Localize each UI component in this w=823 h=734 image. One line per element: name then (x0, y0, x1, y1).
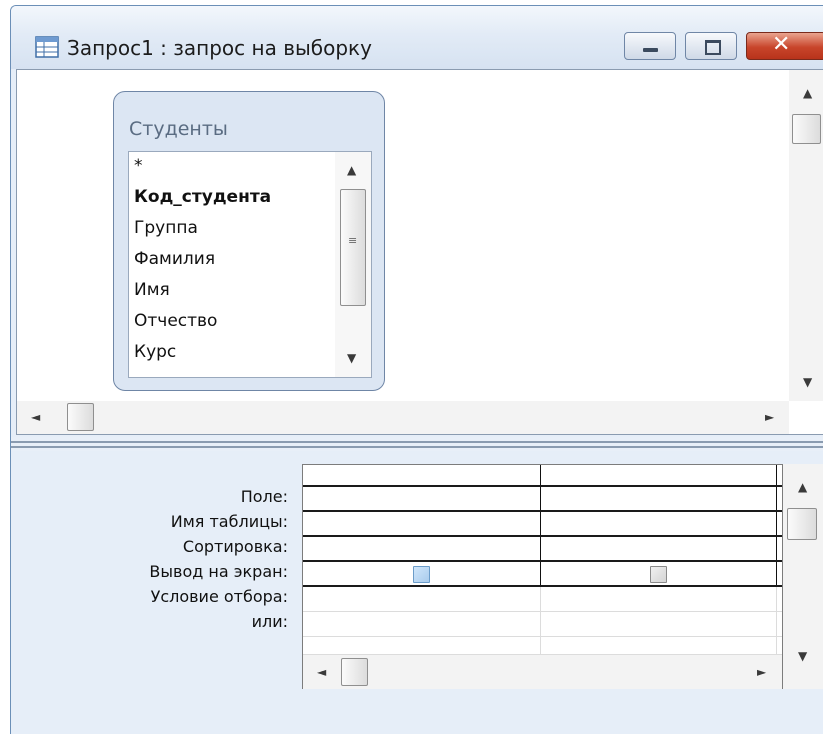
window-title: Запрос1 : запрос на выборку (67, 36, 372, 60)
grid-row-line (303, 485, 782, 487)
maximize-button[interactable] (685, 32, 737, 60)
field-otchestvo[interactable]: Отчество (134, 311, 217, 331)
grid-horizontal-scrollbar[interactable]: ◄ ► (303, 654, 782, 689)
row-label-criteria: Условие отбора: (150, 587, 288, 606)
grid-row-line (303, 585, 782, 587)
row-label-table-name: Имя таблицы: (170, 512, 288, 531)
grid-row-line (303, 636, 782, 637)
column-divider[interactable] (540, 465, 541, 587)
table-field-list-box[interactable]: Студенты * Код_студента Группа Фамилия И… (113, 91, 385, 391)
query-design-window: Запрос1 : запрос на выборку ✕ Студенты *… (10, 5, 823, 734)
query-icon (35, 36, 59, 58)
close-icon: ✕ (772, 32, 791, 57)
scroll-right-icon[interactable]: ► (765, 411, 774, 423)
grid-row-line (303, 510, 782, 512)
show-checkbox-column-1[interactable] (413, 566, 430, 583)
column-divider (776, 587, 777, 654)
scroll-thumb[interactable] (792, 114, 821, 144)
field-list[interactable]: * Код_студента Группа Фамилия Имя Отчест… (128, 151, 372, 378)
table-pane-vertical-scrollbar[interactable]: ▲ ▼ (789, 70, 823, 401)
grid-row-line (303, 611, 782, 612)
grip-icon: ≡ (348, 234, 358, 247)
field-list-scrollbar[interactable]: ▲ ≡ ▼ (335, 152, 371, 377)
scroll-thumb[interactable] (787, 508, 817, 540)
show-checkbox-column-2[interactable] (650, 566, 667, 583)
scroll-down-icon[interactable]: ▼ (798, 650, 807, 662)
query-design-grid[interactable]: ◄ ► (302, 464, 783, 689)
row-label-show: Вывод на экран: (149, 562, 288, 581)
scroll-left-icon[interactable]: ◄ (31, 411, 40, 423)
table-pane[interactable]: Студенты * Код_студента Группа Фамилия И… (16, 69, 823, 435)
scroll-right-icon[interactable]: ► (757, 666, 766, 678)
scroll-thumb[interactable] (67, 403, 94, 431)
minimize-icon (643, 48, 658, 52)
field-kurs[interactable]: Курс (134, 342, 176, 362)
minimize-button[interactable] (624, 32, 676, 60)
field-gruppa[interactable]: Группа (134, 218, 198, 238)
column-divider[interactable] (776, 465, 777, 587)
row-label-or: или: (251, 612, 288, 631)
close-button[interactable]: ✕ (746, 32, 823, 60)
column-divider (540, 587, 541, 654)
maximize-icon (705, 40, 721, 55)
pane-splitter[interactable] (11, 437, 823, 451)
grid-vertical-scrollbar[interactable]: ▲ ▼ (783, 464, 823, 689)
field-familiya[interactable]: Фамилия (134, 249, 215, 269)
scroll-down-icon[interactable]: ▼ (803, 376, 812, 388)
grid-row-line (303, 535, 782, 537)
scroll-up-icon[interactable]: ▲ (803, 87, 812, 99)
row-label-sort: Сортировка: (182, 537, 288, 556)
field-kod-studenta[interactable]: Код_студента (134, 187, 271, 207)
table-pane-horizontal-scrollbar[interactable]: ◄ ► (17, 401, 789, 434)
row-label-field: Поле: (240, 487, 288, 506)
grid-row-line (303, 560, 782, 562)
scroll-left-icon[interactable]: ◄ (317, 666, 326, 678)
scroll-thumb[interactable] (341, 658, 368, 686)
field-all[interactable]: * (134, 156, 143, 176)
splitter-line (11, 446, 823, 448)
table-name: Студенты (129, 118, 228, 140)
title-bar[interactable]: Запрос1 : запрос на выборку ✕ (11, 6, 823, 69)
splitter-line (11, 441, 823, 443)
scroll-up-icon[interactable]: ▲ (798, 481, 807, 493)
scroll-up-icon[interactable]: ▲ (347, 164, 356, 176)
scroll-down-icon[interactable]: ▼ (347, 352, 356, 364)
field-imya[interactable]: Имя (134, 280, 170, 300)
scroll-thumb[interactable] (340, 189, 366, 306)
